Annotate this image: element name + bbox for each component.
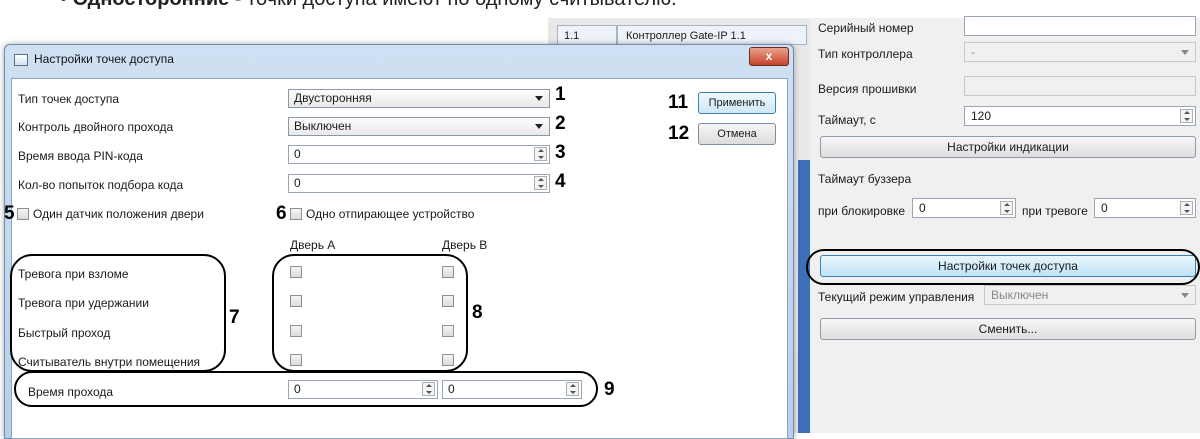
double-pass-label: Контроль двойного прохода <box>18 120 174 134</box>
highlight-oval <box>14 371 598 407</box>
marker-9: 9 <box>604 379 615 400</box>
marker-8: 8 <box>472 302 483 323</box>
spinner-icon[interactable] <box>1180 201 1193 215</box>
door-a-header: Дверь А <box>290 238 336 252</box>
firmware-input[interactable] <box>964 76 1196 96</box>
highlight-oval <box>272 254 468 372</box>
tree-row-name[interactable]: Контроллер Gate-IP 1.1 <box>617 25 807 45</box>
attempts-input[interactable]: 0 <box>288 174 550 193</box>
serial-input[interactable] <box>964 16 1196 36</box>
marker-5: 5 <box>4 203 15 224</box>
chevron-down-icon <box>1181 50 1189 55</box>
marker-11: 11 <box>668 92 689 113</box>
access-type-label: Тип точек доступа <box>18 92 120 106</box>
cancel-button[interactable]: Отмена <box>698 123 776 145</box>
marker-1: 1 <box>555 84 566 105</box>
bullet: • <box>60 0 67 10</box>
tree-row-id[interactable]: 1.1 <box>557 25 617 45</box>
double-pass-select[interactable]: Выключен <box>288 117 550 136</box>
pin-time-label: Время ввода PIN-кода <box>18 149 143 163</box>
block-label: при блокировке <box>818 204 906 218</box>
chevron-down-icon <box>1181 293 1189 298</box>
alarm-label: при тревоге <box>1022 204 1088 218</box>
bold-term: Односторонние <box>73 0 230 10</box>
marker-6: 6 <box>276 203 287 224</box>
control-mode-value: Выключен <box>991 288 1049 302</box>
indication-settings-button[interactable]: Настройки индикации <box>820 136 1196 158</box>
marker-12: 12 <box>668 123 690 144</box>
marker-2: 2 <box>555 113 566 134</box>
timeout-value: 120 <box>971 109 992 123</box>
one-sensor-checkbox[interactable] <box>17 208 29 220</box>
apply-button[interactable]: Применить <box>698 92 776 114</box>
highlight-oval <box>10 254 226 372</box>
firmware-label: Версия прошивки <box>818 82 917 96</box>
spinner-icon[interactable] <box>534 147 547 161</box>
close-button[interactable]: x <box>749 47 789 66</box>
controller-type-label: Тип контроллера <box>818 47 913 61</box>
chevron-down-icon <box>535 96 543 101</box>
alarm-timeout-value: 0 <box>1101 201 1108 215</box>
window-icon <box>14 54 28 66</box>
spinner-icon[interactable] <box>1000 201 1013 215</box>
one-unlock-label: Одно отпирающее устройство <box>306 207 475 221</box>
controller-type-value: - <box>971 45 975 59</box>
highlight-oval <box>806 249 1200 285</box>
spinner-icon[interactable] <box>1180 109 1193 123</box>
one-unlock-checkbox[interactable] <box>290 208 302 220</box>
bullet-description: - точки доступа имеют по одному считыват… <box>229 0 677 10</box>
controller-type-select[interactable]: - <box>964 42 1196 62</box>
pin-time-value: 0 <box>294 147 301 161</box>
control-mode-select[interactable]: Выключен <box>984 285 1196 305</box>
buzzer-timeout-label: Таймаут буззера <box>818 172 912 186</box>
attempts-label: Кол-во попыток подбора кода <box>18 178 184 192</box>
block-timeout-value: 0 <box>919 201 926 215</box>
access-type-value: Двусторонняя <box>294 91 372 105</box>
block-timeout-input[interactable]: 0 <box>912 198 1016 218</box>
chevron-down-icon <box>535 124 543 129</box>
change-button[interactable]: Сменить... <box>820 318 1196 340</box>
marker-3: 3 <box>555 142 566 163</box>
pin-time-input[interactable]: 0 <box>288 145 550 164</box>
serial-label: Серийный номер <box>818 21 914 35</box>
marker-7: 7 <box>229 307 240 328</box>
panel-divider <box>798 160 810 433</box>
alarm-timeout-input[interactable]: 0 <box>1094 198 1196 218</box>
control-mode-label: Текущий режим управления <box>818 290 975 304</box>
attempts-value: 0 <box>294 176 301 190</box>
one-sensor-label: Один датчик положения двери <box>33 207 204 221</box>
marker-4: 4 <box>555 171 566 192</box>
spinner-icon[interactable] <box>534 176 547 190</box>
timeout-label: Таймаут, с <box>818 113 876 127</box>
dialog-title: Настройки точек доступа <box>34 52 174 66</box>
timeout-input[interactable]: 120 <box>964 106 1196 126</box>
double-pass-value: Выключен <box>294 119 352 133</box>
document-bullet-text: • Односторонние - точки доступа имеют по… <box>60 0 677 11</box>
door-b-header: Дверь В <box>442 238 488 252</box>
access-type-select[interactable]: Двусторонняя <box>288 89 550 108</box>
